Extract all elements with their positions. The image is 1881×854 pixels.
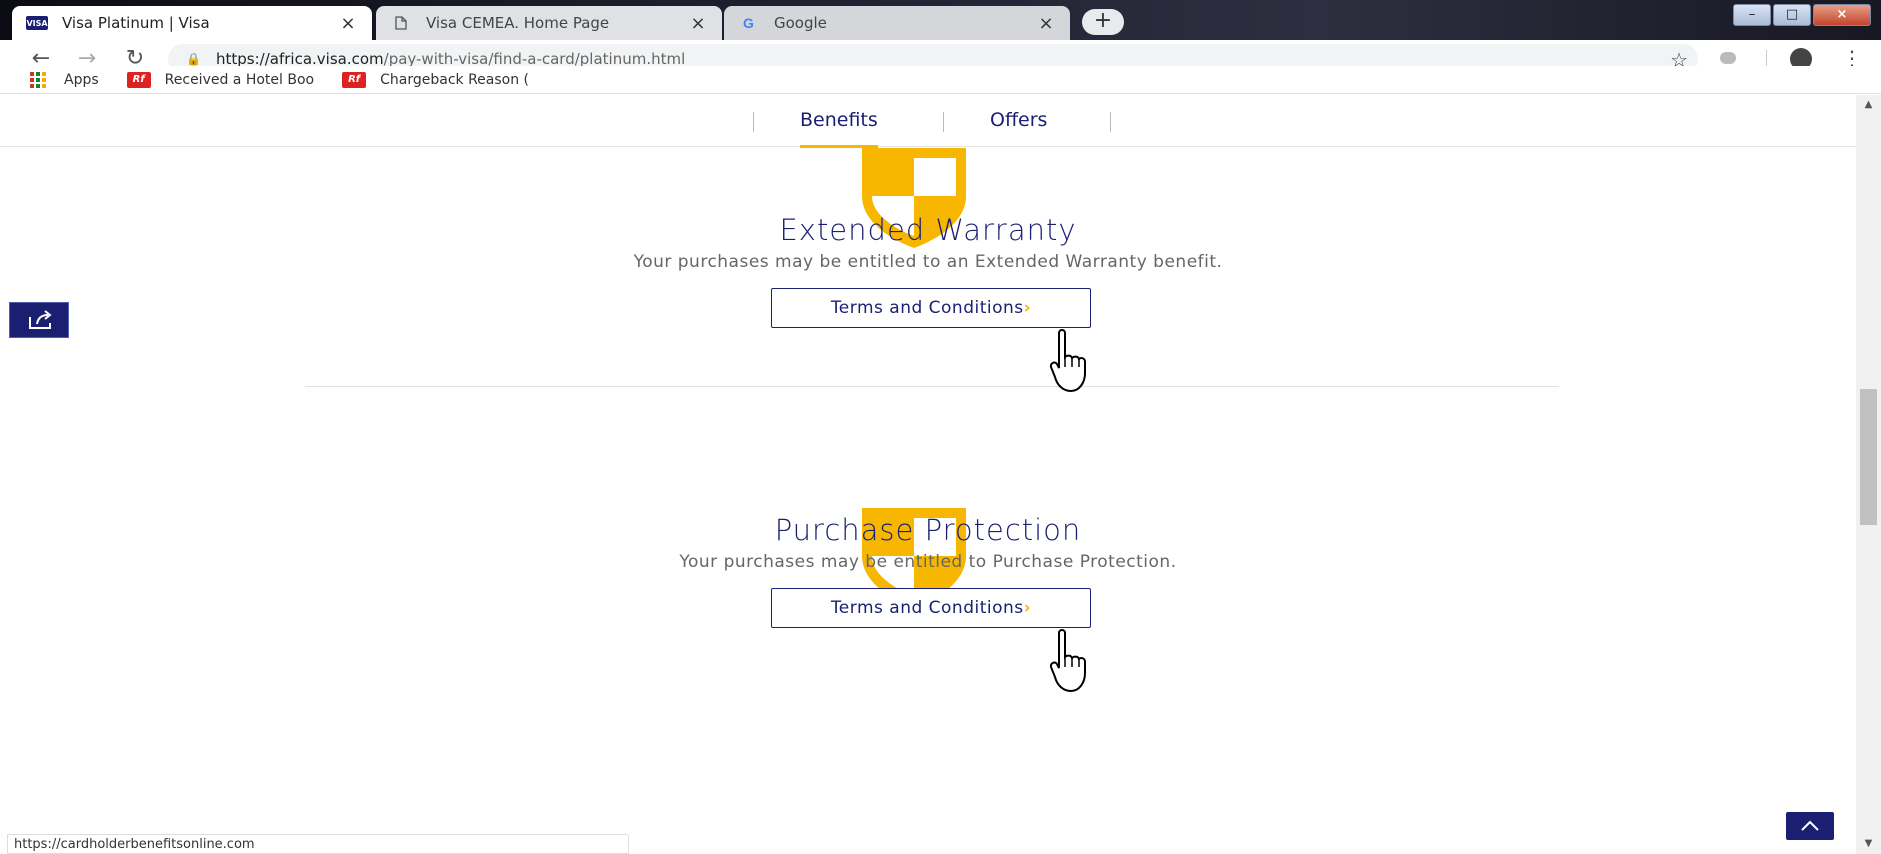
chevron-right-icon: ›	[1023, 298, 1032, 318]
tab-benefits[interactable]: Benefits	[800, 109, 878, 148]
section-divider	[305, 386, 1559, 387]
tab-title: Visa CEMEA. Home Page	[426, 14, 610, 32]
feature-description: Your purchases may be entitled to Purcha…	[679, 552, 1177, 572]
bookmark-apps[interactable]: Apps	[30, 71, 99, 88]
terms-and-conditions-button[interactable]: Terms and Conditions›	[771, 288, 1091, 328]
scrollbar-thumb[interactable]	[1860, 389, 1877, 525]
share-icon	[29, 310, 52, 329]
scroll-up-arrow-icon[interactable]: ▲	[1856, 95, 1881, 115]
close-window-icon[interactable]: ×	[1813, 4, 1871, 26]
maximize-icon[interactable]: □	[1773, 4, 1811, 26]
tab-offers[interactable]: Offers	[990, 109, 1047, 131]
close-tab-icon[interactable]: ×	[338, 13, 358, 34]
page-favicon-icon	[390, 16, 412, 30]
google-favicon-icon: G	[738, 15, 760, 31]
svg-text:G: G	[743, 15, 754, 31]
tab-title: Visa Platinum | Visa	[62, 14, 210, 32]
apps-grid-icon	[30, 71, 48, 88]
lock-icon: 🔒	[186, 52, 201, 66]
ratefrog-icon: Rf	[342, 71, 367, 88]
bookmark-label: Chargeback Reason (	[380, 71, 530, 88]
subnav-divider	[943, 112, 944, 132]
subnav-divider	[753, 112, 754, 132]
hand-cursor-icon	[1049, 329, 1086, 393]
close-tab-icon[interactable]: ×	[1036, 13, 1056, 34]
page-scrollbar[interactable]: ▲ ▼	[1856, 95, 1881, 854]
browser-tab-strip: VISA Visa Platinum | Visa × Visa CEMEA. …	[0, 0, 1881, 40]
feature-title: Purchase Protection	[774, 513, 1082, 547]
close-tab-icon[interactable]: ×	[688, 13, 708, 34]
scroll-down-arrow-icon[interactable]: ▼	[1856, 834, 1881, 854]
new-tab-button[interactable]: +	[1082, 9, 1124, 35]
status-bar-url: https://cardholderbenefitsonline.com	[7, 834, 629, 854]
bookmark-label: Received a Hotel Boo	[164, 71, 315, 88]
bookmark-chargeback[interactable]: Rf Chargeback Reason (	[342, 71, 530, 88]
terms-and-conditions-button[interactable]: Terms and Conditions›	[771, 588, 1091, 628]
hand-cursor-icon	[1049, 629, 1086, 693]
benefits-subnav: Benefits Offers	[0, 95, 1856, 148]
tab-google[interactable]: G Google ×	[724, 6, 1070, 40]
button-label: Terms and Conditions	[830, 598, 1024, 618]
web-page: Benefits Offers Extended Warranty Your p…	[0, 95, 1856, 854]
window-controls: – □ ×	[1733, 4, 1871, 26]
tab-visa-cemea[interactable]: Visa CEMEA. Home Page ×	[376, 6, 722, 40]
minimize-icon[interactable]: –	[1733, 4, 1771, 26]
back-to-top-button[interactable]	[1786, 812, 1834, 840]
bookmark-label: Apps	[64, 71, 99, 88]
feature-title: Extended Warranty	[779, 213, 1077, 247]
ratefrog-icon: Rf	[126, 71, 151, 88]
tab-visa-platinum[interactable]: VISA Visa Platinum | Visa ×	[12, 6, 372, 40]
chevron-up-icon	[1801, 820, 1819, 831]
chevron-right-icon: ›	[1023, 598, 1032, 618]
bookmark-hotel-booking[interactable]: Rf Received a Hotel Boo	[126, 71, 315, 88]
extension-icon[interactable]	[1720, 52, 1736, 64]
subnav-divider	[1110, 112, 1111, 132]
share-button[interactable]	[9, 302, 69, 338]
feature-description: Your purchases may be entitled to an Ext…	[633, 252, 1223, 272]
tab-title: Google	[774, 14, 827, 32]
button-label: Terms and Conditions	[830, 298, 1024, 318]
visa-favicon-icon: VISA	[26, 16, 48, 30]
bookmarks-bar: Apps Rf Received a Hotel Boo Rf Chargeba…	[0, 66, 1881, 94]
